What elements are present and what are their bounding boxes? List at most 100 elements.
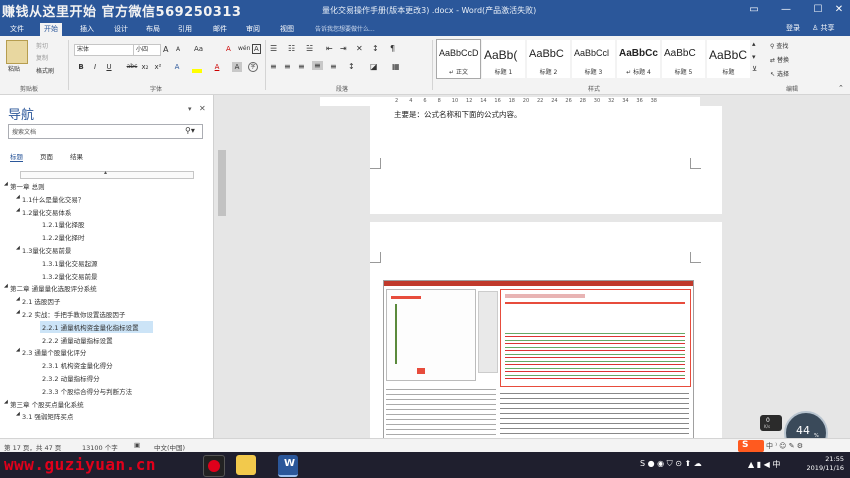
nav-heading-item[interactable]: 1.2.2量化择时 — [42, 232, 85, 242]
phonetic-guide-button[interactable]: wén — [238, 45, 250, 52]
tab-file[interactable]: 文件 — [6, 23, 28, 36]
tab-layout[interactable]: 布局 — [142, 23, 164, 36]
grow-font-button[interactable]: A — [163, 45, 168, 54]
nav-heading-item[interactable]: 第三章 个股买点量化系统 — [10, 399, 84, 409]
nav-options-icon[interactable]: ▾ — [188, 105, 192, 113]
char-border-button[interactable]: A — [252, 44, 261, 54]
nav-heading-item[interactable]: 1.3.1量化交易起源 — [42, 258, 98, 268]
align-left-icon[interactable]: ≡ — [270, 62, 277, 71]
page-count[interactable]: 第 17 页，共 47 页 — [4, 442, 61, 452]
nav-heading-item[interactable]: 1.3.2量化交易前景 — [42, 271, 98, 281]
style-heading-3[interactable]: AaBbCcl 标题 3 — [571, 39, 616, 79]
tell-me-input[interactable]: 告诉我您想要做什么... — [315, 24, 375, 33]
style-heading-1[interactable]: AaBb( 标题 1 — [481, 39, 526, 79]
tray-icons[interactable]: S ● ◉ ⛉ ⊙ ⬆ ☁ — [640, 459, 702, 469]
expand-triangle-icon[interactable]: ◢ — [16, 207, 20, 213]
decrease-indent-icon[interactable]: ⇤ — [326, 44, 333, 53]
expand-triangle-icon[interactable]: ◢ — [4, 181, 8, 187]
nav-heading-item[interactable]: 2.2.1 通量机构资金量化指标设置 — [40, 320, 153, 333]
taskbar-clock[interactable]: 21:55 2019/11/16 — [807, 455, 844, 473]
expand-triangle-icon[interactable]: ◢ — [4, 283, 8, 289]
replace-button[interactable]: ⇄ 替换 — [770, 55, 789, 64]
text-effects-icon[interactable]: A — [172, 62, 182, 72]
minimize-button[interactable]: — — [770, 0, 802, 22]
expand-triangle-icon[interactable]: ◢ — [16, 194, 20, 200]
shading-icon[interactable]: ◪ — [370, 62, 378, 71]
highlight-icon[interactable] — [192, 69, 202, 73]
multilevel-list-icon[interactable]: ☱ — [306, 44, 313, 53]
show-marks-icon[interactable]: ¶ — [390, 44, 395, 53]
style-heading-4[interactable]: AaBbCc ↵ 标题 4 — [616, 39, 661, 79]
language-indicator[interactable]: 中文(中国) — [154, 442, 185, 452]
stickynotes-app-icon[interactable] — [236, 455, 256, 475]
font-size-select[interactable]: 小四 — [133, 44, 161, 56]
numbering-icon[interactable]: ☷ — [288, 44, 295, 53]
tab-view[interactable]: 视图 — [276, 23, 298, 36]
increase-indent-icon[interactable]: ⇥ — [340, 44, 347, 53]
search-icon[interactable]: ⚲▾ — [185, 126, 195, 135]
borders-icon[interactable]: ▦ — [392, 62, 400, 71]
nav-heading-item[interactable]: 3.1 强弱矩阵买点 — [22, 411, 73, 421]
nav-heading-item[interactable]: 1.2.1量化择股 — [42, 219, 85, 229]
paste-button[interactable]: 粘贴 — [8, 64, 20, 73]
nav-search-input[interactable]: 搜索文档 ⚲▾ — [8, 124, 203, 139]
nav-heading-item[interactable]: 1.3量化交易前景 — [22, 245, 71, 255]
style-heading-2[interactable]: AaBbC 标题 2 — [526, 39, 571, 79]
enclose-char-icon[interactable]: 字 — [248, 62, 258, 72]
superscript-button[interactable]: x² — [153, 62, 163, 72]
distributed-icon[interactable]: ≡ — [330, 62, 337, 71]
italic-button[interactable]: I — [90, 62, 100, 72]
expand-triangle-icon[interactable]: ◢ — [16, 347, 20, 353]
nav-heading-item[interactable]: 2.3 通量个股量化评分 — [22, 347, 86, 357]
sort-icon[interactable]: ↕ — [372, 44, 379, 53]
nav-heading-item[interactable]: 2.2 实战：手把手教你设置选股因子 — [22, 309, 125, 319]
styles-scroll-down-icon[interactable]: ▾ — [752, 53, 756, 61]
char-shading-icon[interactable]: A — [232, 62, 242, 72]
tab-results[interactable]: 结果 — [70, 151, 83, 161]
tab-headings[interactable]: 标题 — [10, 151, 23, 162]
embedded-screenshot-image[interactable] — [383, 280, 694, 440]
nav-heading-item[interactable]: 1.1什么是量化交易？ — [22, 194, 84, 204]
copy-button[interactable]: 复制 — [36, 53, 48, 62]
bullets-icon[interactable]: ☰ — [270, 44, 277, 53]
nav-scrollbar[interactable] — [217, 110, 227, 430]
nav-heading-item[interactable]: 2.3.1 机构资金量化得分 — [42, 360, 113, 370]
font-name-select[interactable]: 宋体 — [74, 44, 134, 56]
close-button[interactable]: ✕ — [828, 0, 850, 22]
ribbon-display-button[interactable]: ▭ — [738, 0, 770, 22]
expand-triangle-icon[interactable]: ◢ — [4, 399, 8, 405]
collapse-ribbon-icon[interactable]: ⌃ — [838, 84, 844, 92]
proofing-icon[interactable]: ▣ — [134, 441, 140, 449]
ime-toolbar-icons[interactable]: 中 ⁾ ☺ ✎ ⚙ — [766, 441, 803, 451]
subscript-button[interactable]: x₂ — [140, 62, 150, 72]
nav-heading-item[interactable]: 2.3.2 动量指标得分 — [42, 373, 100, 383]
align-right-icon[interactable]: ≡ — [298, 62, 305, 71]
bold-button[interactable]: B — [76, 62, 86, 72]
share-button[interactable]: ♙ 共享 — [812, 23, 835, 33]
shrink-font-button[interactable]: A — [176, 46, 180, 53]
ime-sogou-icon[interactable]: S — [738, 440, 764, 452]
expand-triangle-icon[interactable]: ◢ — [16, 245, 20, 251]
tab-references[interactable]: 引用 — [174, 23, 196, 36]
clear-format-button[interactable]: A — [226, 45, 231, 53]
tab-insert[interactable]: 插入 — [76, 23, 98, 36]
tab-pages[interactable]: 页面 — [40, 151, 53, 161]
tab-design[interactable]: 设计 — [110, 23, 132, 36]
style-title[interactable]: AaBbC 标题 — [706, 39, 751, 79]
strikethrough-button[interactable]: abc — [124, 62, 140, 72]
line-spacing-icon[interactable]: ↕ — [348, 62, 355, 71]
nav-scroll-up-bar[interactable]: ▴ — [20, 169, 194, 179]
scrollbar-thumb[interactable] — [218, 150, 226, 216]
tab-mailings[interactable]: 邮件 — [209, 23, 231, 36]
styles-scroll-up-icon[interactable]: ▴ — [752, 40, 756, 48]
nav-heading-item[interactable]: 第一章 总则 — [10, 181, 45, 191]
login-link[interactable]: 登录 — [786, 23, 800, 33]
align-center-icon[interactable]: ≡ — [284, 62, 291, 71]
tab-home[interactable]: 开始 — [40, 23, 62, 36]
find-button[interactable]: ⚲ 查找 — [770, 41, 788, 50]
tray-system-icons[interactable]: ▲ ▮ ◀ 中 — [748, 459, 780, 470]
record-app-icon[interactable] — [203, 455, 225, 477]
expand-triangle-icon[interactable]: ◢ — [16, 309, 20, 315]
justify-icon[interactable]: ≡ — [312, 61, 323, 70]
cut-button[interactable]: 剪切 — [36, 41, 48, 50]
